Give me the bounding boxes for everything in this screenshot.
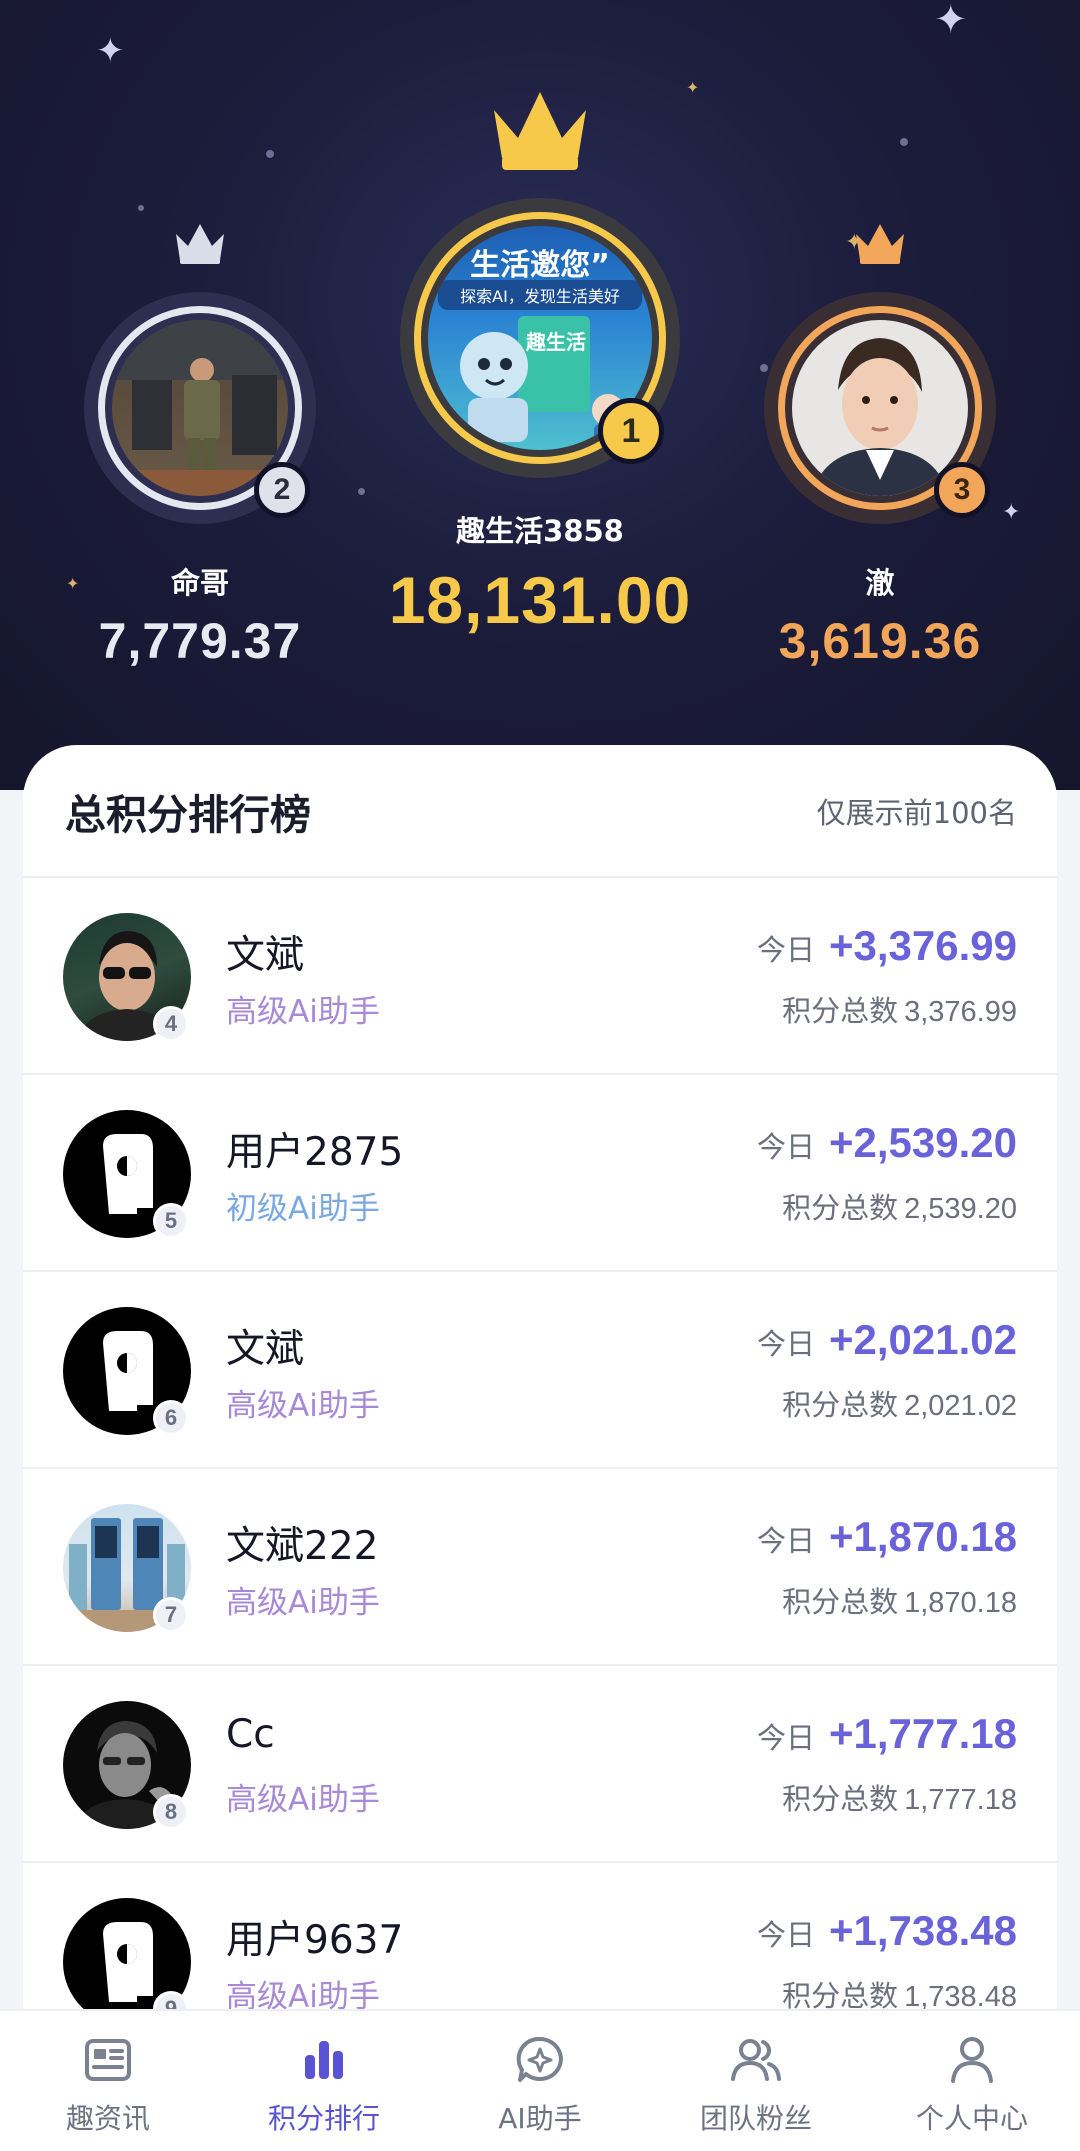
bottom-tab-bar: 趣资讯 积分排行 AI助手 团队粉丝 个人中心 [0, 2009, 1080, 2151]
rank-number: 6 [153, 1400, 189, 1436]
today-points: 今日 +3,376.99 [757, 922, 1017, 970]
board-header: 总积分排行榜 仅展示前100名 [23, 745, 1057, 878]
total-label: 积分总数 [782, 994, 899, 1028]
user-name: 文斌222 [226, 1524, 379, 1569]
today-value: +2,539.20 [828, 1119, 1017, 1166]
star-dot [266, 150, 274, 158]
podium-third[interactable]: 3 澈 3,619.36 [750, 220, 1010, 680]
user-name: 用户9637 [226, 1918, 404, 1963]
tab-ranking[interactable]: 积分排行 [216, 2011, 432, 2151]
rank-badge: 2 [254, 462, 310, 518]
total-points: 积分总数 2,539.20 [782, 1185, 1017, 1227]
total-value: 2,021.02 [904, 1390, 1017, 1422]
user-name: 文斌 [226, 933, 305, 978]
tab-label: 积分排行 [267, 2102, 380, 2135]
bronze-crown-icon [856, 224, 904, 264]
total-value: 1,870.18 [904, 1587, 1017, 1619]
tab-team[interactable]: 团队粉丝 [648, 2011, 864, 2151]
total-points: 积分总数 1,870.18 [782, 1579, 1017, 1621]
today-points: 今日 +1,870.18 [757, 1513, 1017, 1561]
today-label: 今日 [756, 1524, 815, 1558]
ranking-row[interactable]: 6 文斌 高级Ai助手 今日 +2,021.02 积分总数 2,021.02 [23, 1272, 1057, 1469]
board-title: 总积分排行榜 [65, 790, 311, 839]
sparkle-icon: ✦ [934, 0, 968, 43]
today-value: +2,021.02 [828, 1316, 1017, 1363]
user-name: 文斌 [226, 1327, 305, 1372]
podium-name: 趣生活3858 [456, 514, 624, 548]
ranking-row[interactable]: 4 文斌 高级Ai助手 今日 +3,376.99 积分总数 3,376.99 [23, 878, 1057, 1075]
ranking-row[interactable]: 7 文斌222 高级Ai助手 今日 +1,870.18 积分总数 1,870.18 [23, 1469, 1057, 1666]
today-points: 今日 +2,021.02 [757, 1316, 1017, 1364]
total-label: 积分总数 [782, 1191, 899, 1225]
team-icon [731, 2039, 781, 2081]
total-points: 积分总数 3,376.99 [782, 988, 1017, 1030]
podium-score: 18,131.00 [388, 563, 692, 637]
rank-number: 8 [153, 1794, 189, 1830]
user-icon [951, 2037, 993, 2083]
user-level: 高级Ai助手 [226, 1388, 380, 1424]
tab-label: 团队粉丝 [699, 2102, 812, 2135]
rank-number: 7 [153, 1597, 189, 1633]
gold-crown-icon [494, 92, 586, 170]
total-label: 积分总数 [782, 1388, 899, 1422]
star-dot [138, 205, 144, 211]
podium-name: 命哥 [170, 566, 229, 600]
today-points: 今日 +2,539.20 [757, 1119, 1017, 1167]
today-points: 今日 +1,777.18 [757, 1710, 1017, 1758]
today-label: 今日 [756, 1327, 815, 1361]
total-label: 积分总数 [782, 1979, 899, 2013]
total-value: 3,376.99 [904, 996, 1017, 1028]
ranking-row[interactable]: 5 用户2875 初级Ai助手 今日 +2,539.20 积分总数 2,539.2… [23, 1075, 1057, 1272]
podium-section: ✦ ✦ ✦ ✦ ✦ ✦ 2 命哥 7,779.37 生活邀您” 探索AI，发现生… [0, 0, 1080, 790]
tab-label: 个人中心 [915, 2102, 1028, 2135]
today-value: +1,777.18 [828, 1710, 1017, 1757]
today-value: +1,738.48 [828, 1907, 1017, 1954]
rank-number: 5 [153, 1203, 189, 1239]
podium-first[interactable]: 生活邀您” 探索AI，发现生活美好 趣生活 1 趣生活3858 18,131.0… [360, 88, 720, 648]
tab-news[interactable]: 趣资讯 [0, 2011, 216, 2151]
rank-badge: 1 [598, 398, 664, 464]
tab-profile[interactable]: 个人中心 [864, 2011, 1080, 2151]
sparkle-icon: ✦ [96, 31, 125, 71]
user-name: 用户2875 [226, 1130, 404, 1175]
podium-name: 澈 [865, 566, 895, 600]
user-level: 高级Ai助手 [226, 1585, 380, 1621]
today-label: 今日 [756, 1721, 815, 1755]
rank-badge: 3 [934, 462, 990, 518]
total-label: 积分总数 [782, 1585, 899, 1619]
ranking-row[interactable]: 8 Cc 高级Ai助手 今日 +1,777.18 积分总数 1,777.18 [23, 1666, 1057, 1863]
total-value: 2,539.20 [904, 1193, 1017, 1225]
rank-number: 4 [153, 1006, 189, 1042]
podium-score: 3,619.36 [778, 613, 982, 669]
today-points: 今日 +1,738.48 [757, 1907, 1017, 1955]
today-label: 今日 [756, 1918, 815, 1952]
total-points: 积分总数 1,777.18 [782, 1776, 1017, 1818]
total-value: 1,777.18 [904, 1784, 1017, 1816]
star-dot [900, 138, 908, 146]
tab-label: 趣资讯 [65, 2102, 150, 2135]
board-note: 仅展示前100名 [816, 795, 1017, 830]
user-name: Cc [226, 1712, 275, 1757]
today-label: 今日 [756, 1130, 815, 1164]
total-points: 积分总数 2,021.02 [782, 1382, 1017, 1424]
user-level: 初级Ai助手 [226, 1191, 380, 1227]
news-icon [85, 2039, 131, 2081]
today-value: +1,870.18 [828, 1513, 1017, 1560]
tab-label: AI助手 [498, 2102, 582, 2135]
silver-crown-icon [176, 224, 224, 264]
today-label: 今日 [756, 933, 815, 967]
tab-ai-assistant[interactable]: AI助手 [432, 2011, 648, 2151]
user-level: 高级Ai助手 [226, 1782, 380, 1818]
ai-chat-icon [516, 2036, 563, 2082]
user-level: 高级Ai助手 [226, 994, 380, 1030]
today-value: +3,376.99 [828, 922, 1017, 969]
podium-score: 7,779.37 [98, 613, 302, 669]
ranking-board: 总积分排行榜 仅展示前100名 4 文斌 高级Ai助手 今日 +3,376.99… [23, 745, 1057, 2035]
total-label: 积分总数 [782, 1782, 899, 1816]
bar-chart-icon [305, 2041, 343, 2079]
podium-second[interactable]: 2 命哥 7,779.37 [70, 220, 330, 680]
